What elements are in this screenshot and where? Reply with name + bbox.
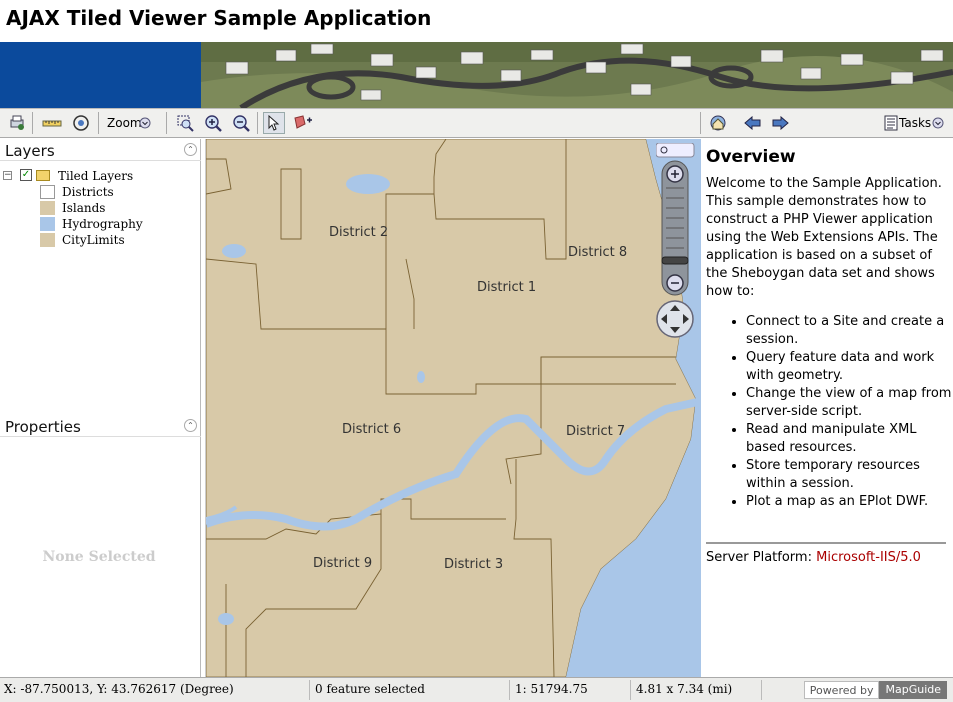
layer-label: Districts <box>62 185 114 199</box>
layers-panel-title: Layers <box>5 142 55 160</box>
list-item: Change the view of a map from server-sid… <box>746 385 953 421</box>
powered-by-label: Powered by <box>803 681 880 699</box>
layer-swatch <box>40 233 55 247</box>
select-pointer-icon[interactable] <box>263 112 285 134</box>
toolbar-separator <box>257 112 258 134</box>
select-polygon-icon[interactable] <box>292 112 314 134</box>
toolbar-separator <box>166 112 167 134</box>
overview-intro: Welcome to the Sample Application. This … <box>706 176 942 299</box>
layer-group-row[interactable]: − ✓ Tiled Layers <box>3 169 201 185</box>
list-item: Plot a map as an EPlot DWF. <box>746 493 953 511</box>
district-label: District 1 <box>477 280 536 295</box>
properties-panel-title: Properties <box>5 418 81 436</box>
district-label: District 7 <box>566 424 625 439</box>
layer-swatch <box>40 217 55 231</box>
district-label: District 6 <box>342 422 401 437</box>
layer-item[interactable]: Islands <box>40 201 200 217</box>
server-platform-value: Microsoft-IIS/5.0 <box>816 550 921 565</box>
layer-item[interactable]: CityLimits <box>40 233 200 249</box>
banner-aerial-photo <box>201 42 953 108</box>
tree-collapse-icon[interactable]: − <box>3 171 12 180</box>
toolbar-separator <box>32 112 33 134</box>
chevron-down-icon[interactable] <box>931 112 945 134</box>
back-arrow-icon[interactable] <box>742 112 764 134</box>
list-item: Store temporary resources within a sessi… <box>746 457 953 493</box>
district-label: District 2 <box>329 225 388 240</box>
buffer-icon[interactable] <box>70 112 92 134</box>
overview-list: Connect to a Site and create a session. … <box>724 313 953 511</box>
folder-icon <box>36 170 50 181</box>
layer-label: Hydrography <box>62 217 143 231</box>
status-scale: 1: 51794.75 <box>511 680 631 700</box>
status-selection: 0 feature selected <box>311 680 510 700</box>
layer-item[interactable]: Districts <box>40 185 200 201</box>
zoom-slider-handle[interactable] <box>661 256 689 265</box>
tasks-menu-label[interactable]: Tasks <box>899 116 931 130</box>
task-pane: Overview Welcome to the Sample Applicati… <box>702 139 953 677</box>
district-label: District 8 <box>568 245 627 260</box>
district-label: District 3 <box>444 557 503 572</box>
list-item: Read and manipulate XML based resources. <box>746 421 953 457</box>
banner <box>0 42 953 108</box>
layer-label: Islands <box>62 201 106 215</box>
status-map-size: 4.81 x 7.34 (mi) <box>632 680 762 700</box>
zoom-menu-label[interactable]: Zoom <box>107 116 142 130</box>
app-title: AJAX Tiled Viewer Sample Application <box>6 6 432 30</box>
properties-empty-text: None Selected <box>42 549 156 565</box>
layer-swatch <box>40 201 55 215</box>
overview-title: Overview <box>706 147 796 167</box>
zoom-out-icon[interactable] <box>230 112 252 134</box>
powered-by-badge[interactable]: Powered by MapGuide <box>803 681 947 699</box>
layer-label: CityLimits <box>62 233 125 247</box>
layers-panel-header: Layers ⌃ <box>0 139 201 161</box>
map-view[interactable]: District 2 District 8 District 1 Distric… <box>205 139 701 677</box>
sidebar: Layers ⌃ − ✓ Tiled Layers Districts Isla… <box>0 139 201 677</box>
layer-swatch <box>40 185 55 199</box>
status-coordinates: X: -87.750013, Y: 43.762617 (Degree) <box>0 680 310 700</box>
map-canvas[interactable]: District 2 District 8 District 1 Distric… <box>206 139 701 677</box>
status-bar: X: -87.750013, Y: 43.762617 (Degree) 0 f… <box>0 677 953 702</box>
toolbar-separator <box>98 112 99 134</box>
collapse-icon[interactable]: ⌃ <box>184 419 197 432</box>
zoom-rectangle-icon[interactable] <box>174 112 196 134</box>
layer-group-label: Tiled Layers <box>58 169 134 183</box>
layer-item[interactable]: Hydrography <box>40 217 200 233</box>
home-icon[interactable] <box>707 112 729 134</box>
title-bar: AJAX Tiled Viewer Sample Application <box>0 0 953 42</box>
zoom-magnifier-icon[interactable] <box>656 143 695 158</box>
district-label: District 9 <box>313 556 372 571</box>
properties-panel-header: Properties ⌃ <box>0 415 201 437</box>
toolbar-separator <box>700 112 701 134</box>
divider <box>706 542 946 544</box>
measure-icon[interactable] <box>41 112 63 134</box>
chevron-down-icon[interactable] <box>138 112 152 134</box>
toolbar: Zoom Tasks <box>0 108 953 138</box>
zoom-in-icon[interactable] <box>202 112 224 134</box>
list-item: Query feature data and work with geometr… <box>746 349 953 385</box>
server-platform: Server Platform: Microsoft-IIS/5.0 <box>706 550 921 565</box>
collapse-icon[interactable]: ⌃ <box>184 143 197 156</box>
map-navigator <box>656 143 696 339</box>
server-platform-label: Server Platform: <box>706 550 812 565</box>
mapguide-logo: MapGuide <box>879 681 947 699</box>
print-icon[interactable] <box>6 112 28 134</box>
forward-arrow-icon[interactable] <box>769 112 791 134</box>
checkbox-checked-icon[interactable]: ✓ <box>20 169 32 181</box>
banner-blue-block <box>0 42 201 108</box>
list-item: Connect to a Site and create a session. <box>746 313 953 349</box>
